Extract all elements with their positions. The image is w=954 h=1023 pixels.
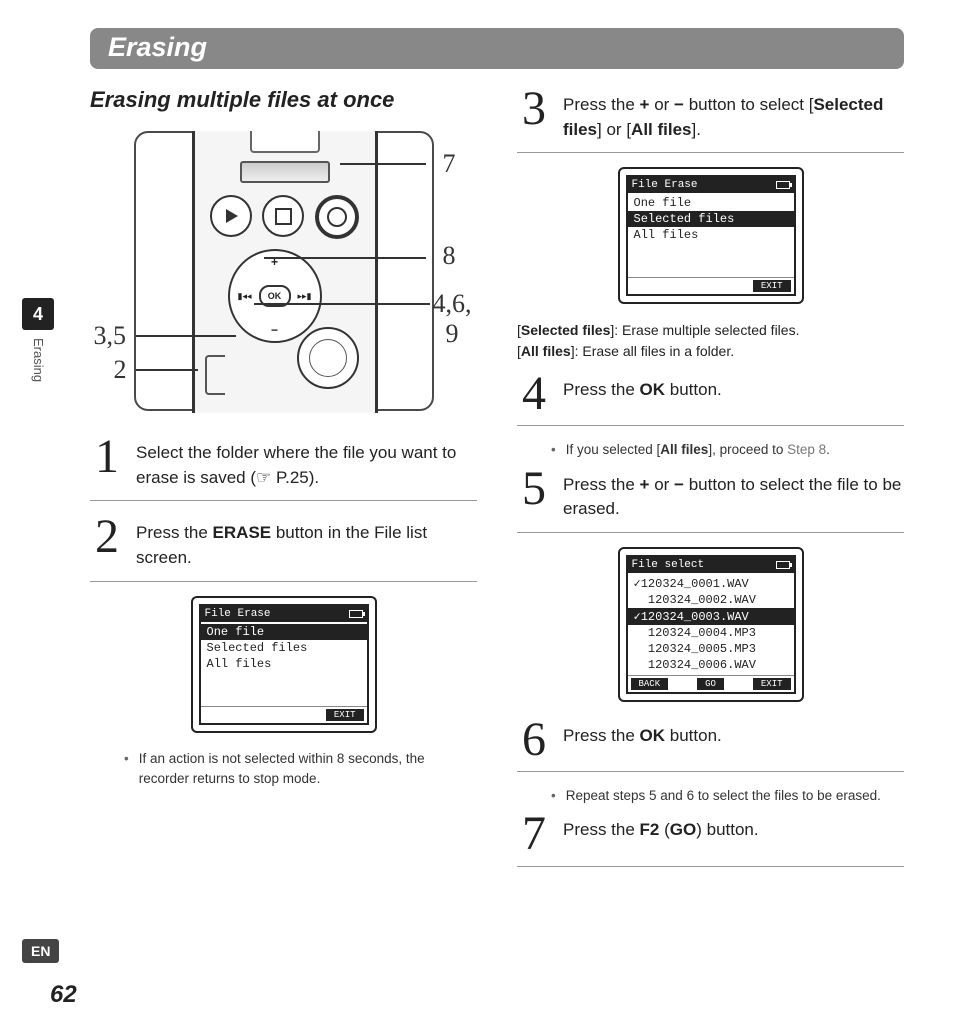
step-number: 4 [517, 372, 551, 415]
play-button-icon [210, 195, 252, 237]
note-step4: • If you selected [All files], proceed t… [551, 440, 904, 460]
battery-icon [776, 561, 790, 569]
lcd-softkey: BACK [631, 678, 669, 690]
callout-35: 3,5 [94, 321, 127, 351]
lcd-softkey: EXIT [326, 709, 364, 721]
lcd-row: Selected files [628, 211, 794, 227]
lcd-screen-file-erase-2: File Erase One file Selected files All f… [618, 167, 804, 304]
stop-button-icon [262, 195, 304, 237]
step-4: 4 Press the OK button. [517, 372, 904, 415]
step-text: Press the OK button. [563, 372, 904, 415]
step-7: 7 Press the F2 (GO) button. [517, 812, 904, 855]
battery-icon [349, 610, 363, 618]
step-number: 1 [90, 435, 124, 490]
step-3-description: [Selected files]: Erase multiple selecte… [517, 320, 904, 362]
section-header: Erasing [90, 28, 904, 69]
record-button-icon [315, 195, 359, 239]
lcd-softkey: GO [697, 678, 724, 690]
dial-icon [297, 327, 359, 389]
lcd-row: One file [201, 624, 367, 640]
step-2: 2 Press the ERASE button in the File lis… [90, 515, 477, 570]
callout-7: 7 [443, 149, 456, 179]
lcd-row: All files [628, 227, 794, 243]
lcd-row: 120324_0006.WAV [628, 657, 794, 673]
step-text: Press the + or − button to select [Selec… [563, 87, 904, 142]
note-step2: •If an action is not selected within 8 s… [124, 749, 477, 790]
step-3: 3 Press the + or − button to select [Sel… [517, 87, 904, 142]
lcd-row: All files [201, 656, 367, 672]
lcd-row: ✓120324_0003.WAV [628, 608, 794, 625]
lcd-row: 120324_0002.WAV [628, 592, 794, 608]
step-1: 1 Select the folder where the file you w… [90, 435, 477, 490]
lcd-row: Selected files [201, 640, 367, 656]
callout-8: 8 [443, 241, 456, 271]
lcd-softkey: EXIT [753, 678, 791, 690]
lcd-row: One file [628, 195, 794, 211]
step-number: 5 [517, 467, 551, 522]
step-text: Press the + or − button to select the fi… [563, 467, 904, 522]
note-step6: •Repeat steps 5 and 6 to select the file… [551, 786, 904, 806]
step-text: Press the OK button. [563, 718, 904, 761]
step-number: 2 [90, 515, 124, 570]
lcd-screen-file-select: File select ✓120324_0001.WAV 120324_0002… [618, 547, 804, 702]
step-text: Press the ERASE button in the File list … [136, 515, 477, 570]
step-number: 7 [517, 812, 551, 855]
callout-2: 2 [114, 355, 127, 385]
step-number: 3 [517, 87, 551, 142]
lcd-softkey: EXIT [753, 280, 791, 292]
battery-icon [776, 181, 790, 189]
step-5: 5 Press the + or − button to select the … [517, 467, 904, 522]
lcd-row: 120324_0005.MP3 [628, 641, 794, 657]
lcd-row: ✓120324_0001.WAV [628, 575, 794, 592]
step-6: 6 Press the OK button. [517, 718, 904, 761]
subheading: Erasing multiple files at once [90, 87, 477, 113]
lcd-screen-file-erase-1: File Erase One file Selected files All f… [191, 596, 377, 733]
dpad-icon: + − ▮◂◂ ▸▸▮ OK [228, 249, 322, 343]
step-number: 6 [517, 718, 551, 761]
step-text: Select the folder where the file you wan… [136, 435, 477, 490]
lcd-row: 120324_0004.MP3 [628, 625, 794, 641]
step-text: Press the F2 (GO) button. [563, 812, 904, 855]
callout-469: 4,6, 9 [433, 289, 472, 349]
